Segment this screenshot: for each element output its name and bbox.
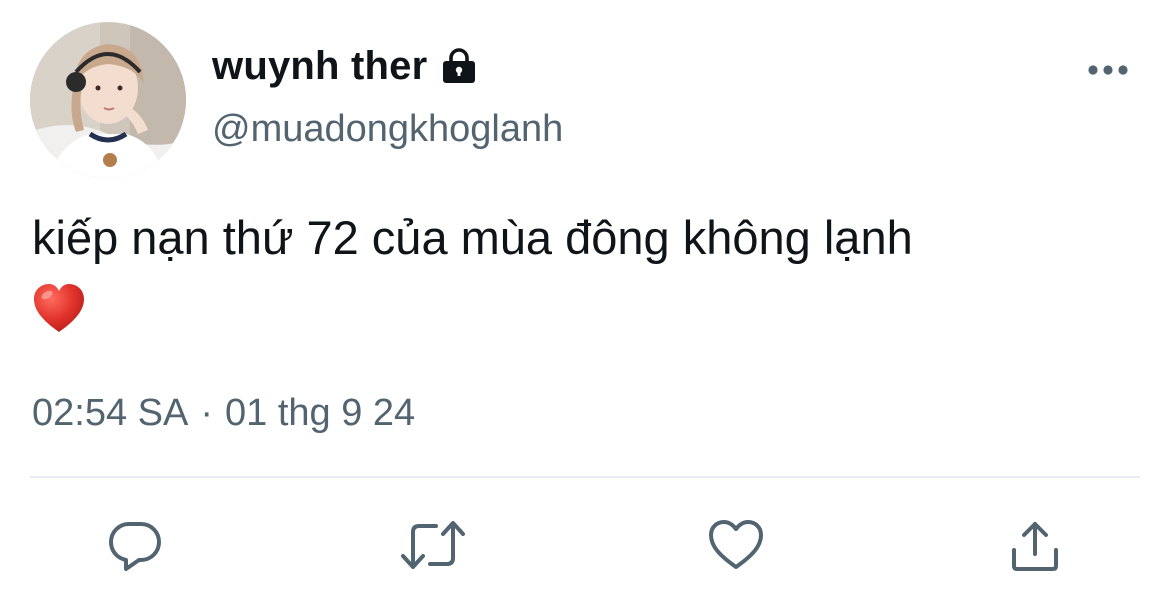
heart-emoji xyxy=(32,282,86,336)
share-icon xyxy=(1006,516,1064,579)
more-options-button[interactable] xyxy=(1082,52,1134,92)
reply-icon xyxy=(106,516,164,579)
display-name[interactable]: wuynh ther xyxy=(212,44,427,89)
tweet-timestamp[interactable]: 02:54 SA · 01 thg 9 24 xyxy=(32,392,415,435)
handle[interactable]: @muadongkhoglanh xyxy=(212,108,563,151)
tweet-card: wuynh ther @muadongkhoglanh kiếp nạn thứ… xyxy=(0,0,1170,608)
more-horizontal-icon xyxy=(1087,63,1129,81)
like-button[interactable] xyxy=(703,514,769,580)
meta-separator: · xyxy=(200,392,213,434)
tweet-time: 02:54 SA xyxy=(32,392,189,434)
retweet-icon xyxy=(398,516,468,579)
share-button[interactable] xyxy=(1002,514,1068,580)
tweet-text: kiếp nạn thứ 72 của mùa đông không lạnh xyxy=(32,211,913,264)
tweet-date: 01 thg 9 24 xyxy=(225,392,416,434)
reply-button[interactable] xyxy=(102,514,168,580)
avatar[interactable] xyxy=(30,22,186,178)
heart-outline-icon xyxy=(707,518,765,577)
divider xyxy=(30,476,1140,478)
lock-icon xyxy=(439,46,479,86)
retweet-button[interactable] xyxy=(400,514,466,580)
display-name-row: wuynh ther xyxy=(212,38,479,94)
